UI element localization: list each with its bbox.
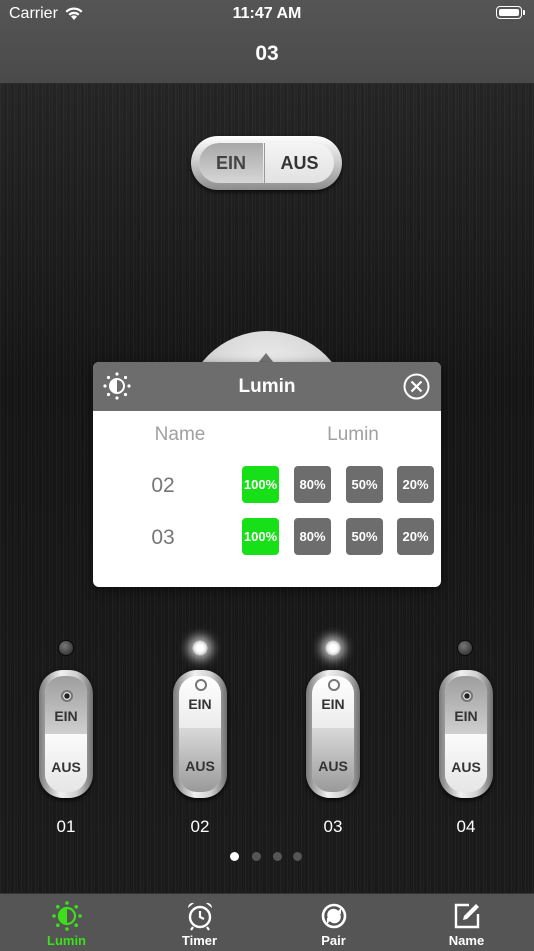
tab-bar: Lumin Timer Pair Name (0, 893, 534, 951)
switch-on-label: EIN (54, 708, 78, 724)
tab-label: Name (448, 933, 485, 948)
sync-icon (321, 903, 346, 929)
switch-off-label: AUS (318, 758, 348, 774)
column-header-name: Name (154, 424, 206, 445)
popup-title: Lumin (238, 376, 296, 397)
switch-on-label: EIN (188, 696, 212, 712)
channel-switch[interactable]: EIN AUS (439, 670, 493, 798)
row-name: 02 (151, 474, 175, 497)
tab-timer[interactable]: Timer (133, 894, 266, 951)
lumin-50-button[interactable]: 50% (346, 466, 383, 503)
lumin-20-button[interactable]: 20% (397, 466, 434, 503)
lumin-20-button[interactable]: 20% (397, 518, 434, 555)
channel-label: 01 (56, 817, 76, 836)
alarm-clock-icon (187, 902, 212, 931)
status-led (325, 640, 341, 656)
tab-label: Pair (321, 933, 346, 948)
switch-on-label: EIN (321, 696, 345, 712)
channel-label: 04 (456, 817, 476, 836)
lumin-popup: Lumin Name Lumin 02 100% 80% 50% 20% 03 … (93, 362, 441, 587)
channel-label: 03 (323, 817, 343, 836)
tab-label: Timer (181, 933, 218, 948)
navigation-bar: Carrier 11:47 AM 03 (0, 0, 534, 84)
switch-on-label: EIN (454, 708, 478, 724)
battery-icon (496, 6, 525, 19)
column-header-lumin: Lumin (327, 424, 379, 445)
lumin-100-button[interactable]: 100% (242, 466, 279, 503)
switch-off-label: AUS (451, 759, 481, 775)
status-time: 11:47 AM (232, 5, 302, 22)
brightness-icon (51, 901, 82, 931)
tab-pair[interactable]: Pair (267, 894, 400, 951)
master-off-button[interactable]: AUS (264, 143, 334, 183)
close-icon[interactable] (403, 373, 430, 400)
page-dot[interactable] (273, 852, 282, 861)
tab-label: Lumin (47, 933, 86, 948)
switch-off-label: AUS (51, 759, 81, 775)
lumin-80-button[interactable]: 80% (294, 518, 331, 555)
channel-label: 02 (190, 817, 210, 836)
page-dot[interactable] (252, 852, 261, 861)
page-dot[interactable] (293, 852, 302, 861)
edit-icon (454, 903, 479, 929)
channel-switch[interactable]: EIN AUS (306, 670, 360, 798)
channel-switch[interactable]: EIN AUS (39, 670, 93, 798)
status-led (457, 640, 473, 656)
lumin-100-button[interactable]: 100% (242, 518, 279, 555)
status-led (192, 640, 208, 656)
channel-switch[interactable]: EIN AUS (173, 670, 227, 798)
master-on-off-switch[interactable]: EIN AUS (191, 136, 342, 190)
lumin-80-button[interactable]: 80% (294, 466, 331, 503)
page-title: 03 (255, 42, 279, 65)
tab-name[interactable]: Name (400, 894, 533, 951)
status-led (58, 640, 74, 656)
popup-header: Lumin (93, 362, 441, 411)
tab-lumin[interactable]: Lumin (0, 894, 133, 951)
row-name: 03 (151, 526, 175, 549)
master-on-button[interactable]: EIN (199, 143, 263, 183)
switch-off-label: AUS (185, 758, 215, 774)
page-dot[interactable] (230, 852, 239, 861)
lumin-50-button[interactable]: 50% (346, 518, 383, 555)
